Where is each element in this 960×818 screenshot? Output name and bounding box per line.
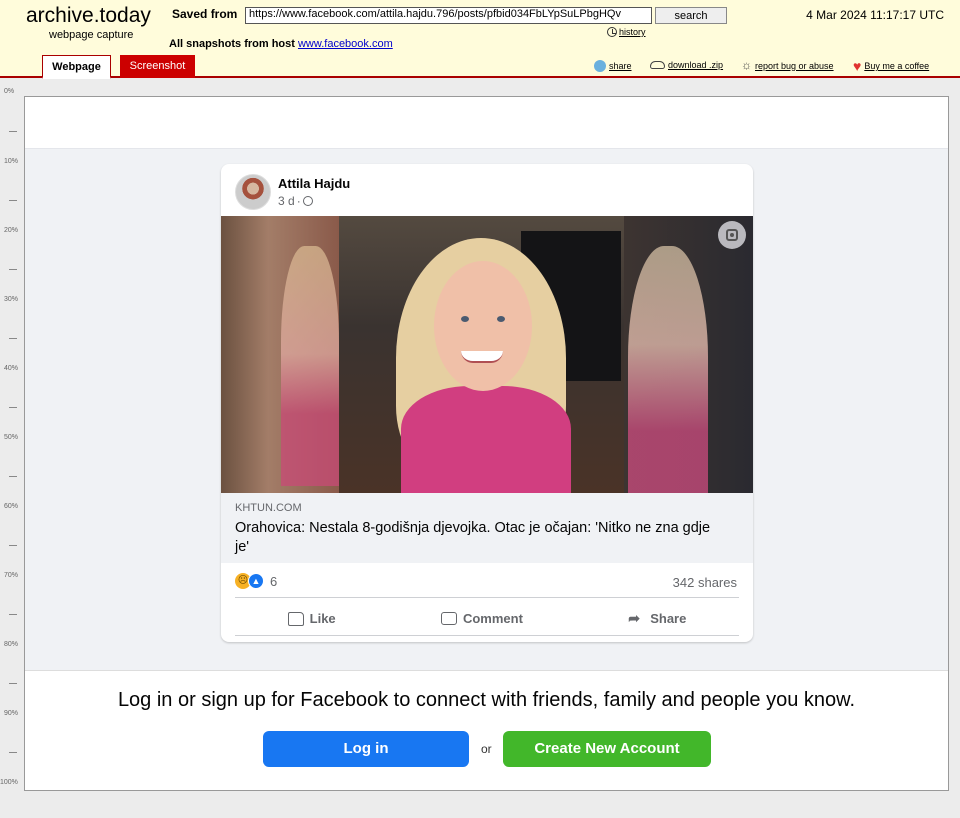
login-prompt: Log in or sign up for Facebook to connec… bbox=[117, 689, 856, 711]
ruler-dash bbox=[9, 614, 17, 615]
ruler-tick: 30% bbox=[4, 296, 19, 303]
thumbs-up-icon bbox=[287, 611, 304, 626]
history-link[interactable]: history bbox=[607, 27, 646, 37]
ruler-dash bbox=[9, 407, 17, 408]
reaction-count: 6 bbox=[270, 573, 278, 589]
comment-icon bbox=[440, 612, 457, 625]
archive-logo[interactable]: archive.today bbox=[26, 4, 151, 28]
ruler-tick: 80% bbox=[4, 641, 19, 648]
download-link[interactable]: download .zip bbox=[650, 60, 723, 70]
share-label-fb: Share bbox=[650, 611, 687, 626]
ruler-dash bbox=[9, 200, 17, 201]
ruler-tick: 70% bbox=[4, 572, 19, 579]
all-snapshots-row: All snapshots from host www.facebook.com bbox=[169, 38, 393, 50]
ruler-tick: 100% bbox=[0, 779, 18, 786]
download-label: download .zip bbox=[668, 60, 724, 70]
or-label: or bbox=[481, 742, 492, 756]
host-link[interactable]: www.facebook.com bbox=[298, 38, 393, 50]
image-eye bbox=[461, 316, 469, 322]
cloud-download-icon bbox=[650, 61, 665, 69]
facebook-top-bar bbox=[25, 97, 948, 149]
ruler-dash bbox=[9, 269, 17, 270]
login-banner: Log in or sign up for Facebook to connec… bbox=[25, 670, 948, 790]
coffee-link[interactable]: ♥ Buy me a coffee bbox=[853, 58, 930, 74]
post-image[interactable] bbox=[221, 216, 753, 493]
share-link[interactable]: share bbox=[594, 60, 632, 72]
comment-label: Comment bbox=[462, 611, 523, 626]
from-host-label: from host bbox=[244, 38, 295, 50]
ruler-tick: 10% bbox=[4, 158, 19, 165]
share-icon bbox=[594, 60, 606, 72]
image-eye bbox=[497, 316, 505, 322]
ruler-tick: 60% bbox=[4, 503, 19, 510]
coffee-label: Buy me a coffee bbox=[864, 61, 930, 71]
saved-url-field[interactable]: https://www.facebook.com/attila.hajdu.79… bbox=[245, 7, 652, 24]
like-label: Like bbox=[309, 611, 336, 626]
image-smile bbox=[461, 351, 503, 363]
link-preview[interactable]: KHTUN.COM Orahovica: Nestala 8-godišnja … bbox=[221, 493, 753, 563]
history-label: history bbox=[619, 27, 646, 37]
ruler-dash bbox=[9, 338, 17, 339]
ruler-dash bbox=[9, 476, 17, 477]
bug-icon: ☼ bbox=[741, 58, 752, 72]
report-label: report bug or abuse bbox=[755, 60, 834, 71]
tab-screenshot[interactable]: Screenshot bbox=[120, 55, 195, 78]
post-author[interactable]: Attila Hajdu bbox=[278, 176, 350, 191]
blurred-right-panel bbox=[624, 216, 753, 493]
archive-header: archive.today webpage capture Saved from… bbox=[0, 0, 960, 79]
search-button[interactable]: search bbox=[655, 7, 727, 24]
post-actions: Like Comment ➦ Share bbox=[235, 602, 739, 636]
reactions-summary[interactable]: ☹ ▲ 6 bbox=[235, 573, 277, 589]
visual-search-button[interactable] bbox=[718, 221, 746, 249]
link-title: Orahovica: Nestala 8-godišnja djevojka. … bbox=[235, 520, 711, 555]
share-count[interactable]: 342 shares bbox=[673, 575, 737, 590]
ruler-dash bbox=[9, 683, 17, 684]
all-snapshots-label: All snapshots bbox=[169, 38, 242, 50]
image-face bbox=[434, 261, 532, 391]
report-link[interactable]: ☼ report bug or abuse bbox=[741, 58, 834, 72]
ruler-tick: 90% bbox=[4, 710, 19, 717]
share-arrow-icon: ➦ bbox=[628, 610, 640, 626]
ruler-dash bbox=[9, 545, 17, 546]
post-card: Attila Hajdu 3 d · KHTUN.COM Orahovica: … bbox=[221, 164, 753, 642]
post-meta: 3 d · bbox=[278, 194, 313, 208]
blurred-left-panel bbox=[221, 216, 339, 493]
meta-separator: · bbox=[296, 194, 301, 208]
ruler-dash bbox=[9, 131, 17, 132]
lens-icon bbox=[726, 229, 738, 241]
avatar[interactable] bbox=[235, 174, 271, 210]
ruler-tick: 0% bbox=[4, 88, 15, 95]
scroll-ruler: 0% 10% 20% 30% 40% 50% 60% 70% 80% 90% 1… bbox=[0, 88, 22, 793]
ruler-tick: 20% bbox=[4, 227, 19, 234]
ruler-tick: 50% bbox=[4, 434, 19, 441]
like-button[interactable]: Like bbox=[287, 602, 336, 635]
post-stats: ☹ ▲ 6 342 shares bbox=[235, 568, 739, 598]
comment-button[interactable]: Comment bbox=[440, 602, 523, 635]
ruler-tick: 40% bbox=[4, 365, 19, 372]
link-domain: KHTUN.COM bbox=[235, 502, 302, 514]
like-reaction-icon: ▲ bbox=[248, 573, 264, 589]
create-account-button[interactable]: Create New Account bbox=[503, 731, 711, 767]
capture-date: 4 Mar 2024 11:17:17 UTC bbox=[806, 8, 944, 22]
share-label: share bbox=[609, 61, 632, 71]
tab-webpage[interactable]: Webpage bbox=[42, 55, 111, 79]
share-button[interactable]: ➦ Share bbox=[628, 602, 686, 635]
image-shirt bbox=[401, 386, 571, 493]
saved-from-label: Saved from bbox=[172, 7, 238, 21]
archive-logo-subtitle: webpage capture bbox=[49, 29, 134, 41]
captured-page: Attila Hajdu 3 d · KHTUN.COM Orahovica: … bbox=[24, 96, 949, 791]
login-button[interactable]: Log in bbox=[263, 731, 469, 767]
globe-icon bbox=[302, 196, 313, 206]
heart-icon: ♥ bbox=[853, 58, 862, 74]
clock-icon bbox=[607, 27, 617, 37]
post-time[interactable]: 3 d bbox=[278, 194, 295, 208]
ruler-dash bbox=[9, 752, 17, 753]
